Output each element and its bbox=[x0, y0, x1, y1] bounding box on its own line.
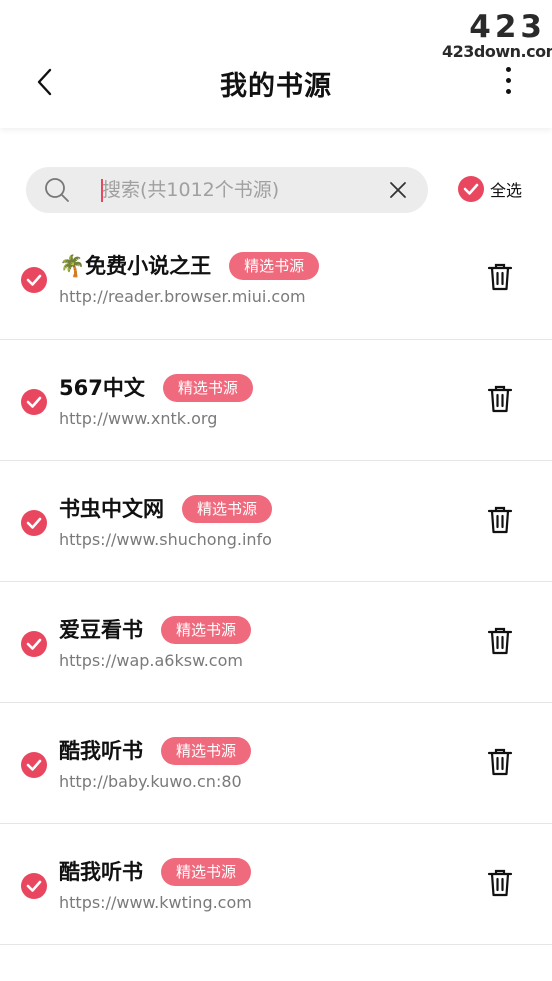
watermark-number: 423 bbox=[469, 9, 546, 45]
source-row[interactable]: 567中文 精选书源 http://www.xntk.org bbox=[0, 340, 552, 461]
check-circle-icon[interactable] bbox=[21, 389, 47, 415]
featured-badge: 精选书源 bbox=[229, 252, 320, 280]
close-icon[interactable] bbox=[388, 180, 408, 200]
source-url: http://baby.kuwo.cn:80 bbox=[59, 772, 242, 791]
featured-badge: 精选书源 bbox=[161, 858, 252, 886]
featured-badge: 精选书源 bbox=[161, 616, 252, 644]
check-circle-icon[interactable] bbox=[21, 631, 47, 657]
source-name: 爱豆看书 bbox=[59, 618, 143, 642]
source-url: https://wap.a6ksw.com bbox=[59, 651, 243, 670]
featured-badge: 精选书源 bbox=[161, 737, 252, 765]
select-all-label: 全选 bbox=[490, 181, 523, 200]
check-circle-icon bbox=[458, 176, 484, 202]
trash-icon[interactable] bbox=[487, 384, 513, 414]
source-row[interactable]: 书虫中文网 精选书源 https://www.shuchong.info bbox=[0, 461, 552, 582]
source-row[interactable]: 酷我听书 精选书源 http://baby.kuwo.cn:80 bbox=[0, 703, 552, 824]
trash-icon[interactable] bbox=[487, 747, 513, 777]
select-all-toggle[interactable]: 全选 bbox=[458, 176, 538, 204]
check-circle-icon[interactable] bbox=[21, 510, 47, 536]
source-url: https://www.kwting.com bbox=[59, 893, 252, 912]
page-title: 我的书源 bbox=[220, 71, 332, 102]
trash-icon[interactable] bbox=[487, 505, 513, 535]
featured-badge: 精选书源 bbox=[162, 374, 253, 402]
search-icon bbox=[45, 178, 69, 202]
trash-icon[interactable] bbox=[487, 262, 513, 292]
app-header: 我的书源 423 423down.com bbox=[0, 0, 552, 128]
more-options-button[interactable] bbox=[494, 64, 522, 104]
source-name: 酷我听书 bbox=[59, 860, 143, 884]
more-vertical-icon bbox=[494, 67, 522, 94]
source-row[interactable]: 🌴免费小说之王 精选书源 http://reader.browser.miui.c… bbox=[0, 218, 552, 340]
check-circle-icon[interactable] bbox=[21, 267, 47, 293]
source-row[interactable]: 酷我听书 精选书源 https://www.kwting.com bbox=[0, 824, 552, 945]
search-bar bbox=[26, 167, 428, 213]
source-row[interactable]: 爱豆看书 精选书源 https://wap.a6ksw.com bbox=[0, 582, 552, 703]
watermark-site: 423down.com bbox=[442, 42, 552, 61]
source-url: http://reader.browser.miui.com bbox=[59, 287, 306, 306]
watermark-logo: 423 423down.com bbox=[442, 9, 552, 64]
check-circle-icon[interactable] bbox=[21, 873, 47, 899]
source-list: 🌴免费小说之王 精选书源 http://reader.browser.miui.c… bbox=[0, 218, 552, 945]
featured-badge: 精选书源 bbox=[182, 495, 273, 523]
check-circle-icon[interactable] bbox=[21, 752, 47, 778]
source-name: 567中文 bbox=[59, 376, 145, 400]
source-name: 🌴免费小说之王 bbox=[59, 254, 212, 278]
source-url: https://www.shuchong.info bbox=[59, 530, 272, 549]
trash-icon[interactable] bbox=[487, 626, 513, 656]
trash-icon[interactable] bbox=[487, 868, 513, 898]
source-name: 酷我听书 bbox=[59, 739, 143, 763]
source-name: 书虫中文网 bbox=[59, 497, 164, 521]
search-input[interactable] bbox=[102, 167, 402, 213]
source-url: http://www.xntk.org bbox=[59, 409, 218, 428]
